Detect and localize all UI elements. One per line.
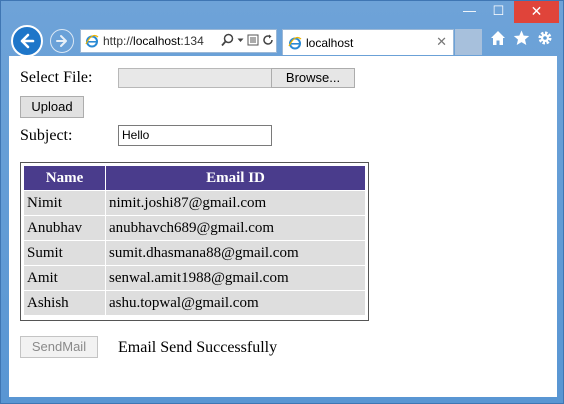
table-row: Sumit sumit.dhasmana88@gmail.com bbox=[23, 240, 366, 266]
table-header-row: Name Email ID bbox=[23, 165, 366, 191]
cell-email: ashu.topwal@gmail.com bbox=[105, 290, 366, 316]
address-rest: :134 bbox=[180, 34, 204, 48]
cell-name: Anubhav bbox=[23, 215, 106, 241]
back-button[interactable] bbox=[11, 25, 43, 57]
address-host: localhost bbox=[133, 34, 181, 48]
select-file-label: Select File: bbox=[20, 69, 93, 86]
status-message: Email Send Successfully bbox=[118, 339, 278, 356]
search-icon[interactable] bbox=[221, 33, 234, 47]
cell-name: Ashish bbox=[23, 290, 106, 316]
back-arrow-icon bbox=[20, 33, 35, 49]
browse-button[interactable]: Browse... bbox=[271, 68, 355, 88]
compatibility-icon[interactable] bbox=[247, 33, 259, 47]
ie-logo-icon bbox=[288, 36, 302, 49]
table-row: Nimit nimit.joshi87@gmail.com bbox=[23, 190, 366, 216]
table-row: Ashish ashu.topwal@gmail.com bbox=[23, 290, 366, 316]
ie-logo-icon bbox=[85, 34, 99, 48]
table-row: Amit senwal.amit1988@gmail.com bbox=[23, 265, 366, 291]
address-prefix: http:// bbox=[103, 34, 134, 48]
forward-arrow-icon bbox=[56, 35, 67, 47]
close-window-button[interactable]: ✕ bbox=[514, 1, 559, 23]
cell-email: anubhavch689@gmail.com bbox=[105, 215, 366, 241]
recipients-table: Name Email ID Nimit nimit.joshi87@gmail.… bbox=[20, 162, 369, 321]
cell-name: Nimit bbox=[23, 190, 106, 216]
favorites-star-icon[interactable] bbox=[513, 30, 530, 46]
new-tab-button[interactable] bbox=[455, 29, 482, 55]
header-email: Email ID bbox=[105, 165, 366, 191]
header-name: Name bbox=[23, 165, 106, 191]
address-tools bbox=[221, 33, 274, 47]
forward-button[interactable] bbox=[50, 29, 74, 53]
subject-input[interactable]: Hello bbox=[118, 125, 272, 146]
refresh-icon[interactable] bbox=[262, 33, 274, 47]
cell-email: sumit.dhasmana88@gmail.com bbox=[105, 240, 366, 266]
cell-name: Sumit bbox=[23, 240, 106, 266]
address-bar[interactable]: http://localhost:134 bbox=[80, 29, 277, 53]
cell-name: Amit bbox=[23, 265, 106, 291]
tab-close-button[interactable]: ✕ bbox=[436, 34, 447, 50]
settings-gear-icon[interactable] bbox=[537, 30, 553, 46]
minimize-button[interactable]: — bbox=[456, 1, 483, 23]
subject-label: Subject: bbox=[20, 127, 73, 144]
cell-email: nimit.joshi87@gmail.com bbox=[105, 190, 366, 216]
tab-localhost[interactable]: localhost ✕ bbox=[282, 29, 454, 55]
home-icon[interactable] bbox=[490, 30, 506, 46]
browser-window: — ☐ ✕ http://localhost:134 localhost ✕ … bbox=[0, 0, 564, 404]
upload-button[interactable]: Upload bbox=[20, 96, 84, 118]
dropdown-icon[interactable] bbox=[237, 33, 244, 47]
table-row: Anubhav anubhavch689@gmail.com bbox=[23, 215, 366, 241]
tab-title: localhost bbox=[306, 35, 354, 50]
cell-email: senwal.amit1988@gmail.com bbox=[105, 265, 366, 291]
page-content: Select File: Browse... Upload Subject: H… bbox=[9, 56, 557, 397]
maximize-button[interactable]: ☐ bbox=[485, 1, 512, 23]
browser-tools bbox=[490, 30, 553, 46]
file-path-input[interactable] bbox=[118, 68, 272, 88]
sendmail-button[interactable]: SendMail bbox=[20, 336, 98, 358]
